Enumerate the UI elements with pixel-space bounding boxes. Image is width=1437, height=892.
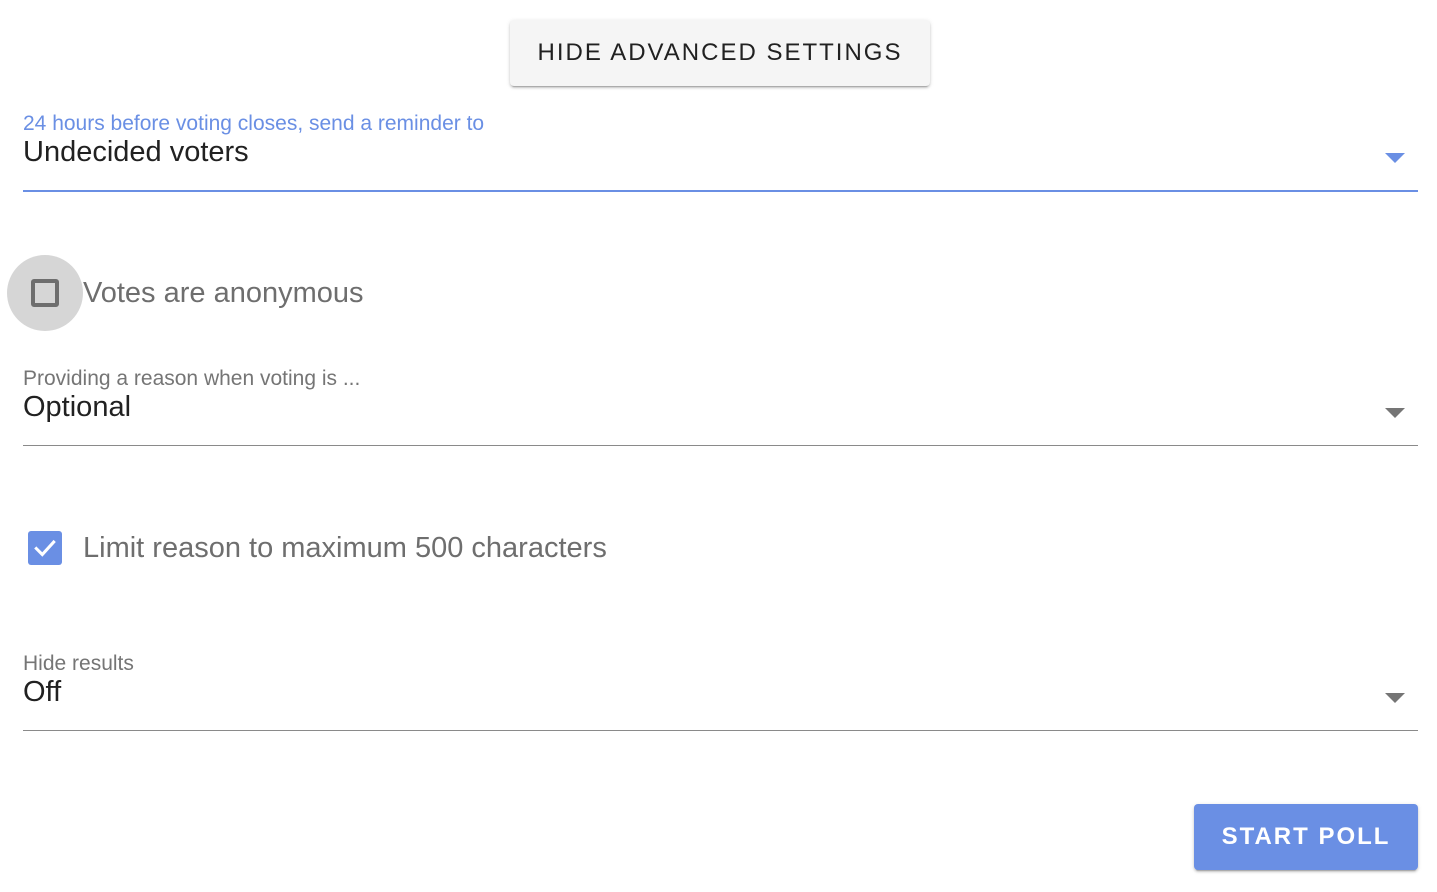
reminder-select-label: 24 hours before voting closes, send a re… [23, 112, 485, 135]
limit-reason-checkbox[interactable] [7, 510, 83, 586]
reminder-select-value: Undecided voters [23, 136, 249, 168]
reminder-select-underline [23, 190, 1418, 192]
checkbox-unchecked-icon [31, 279, 59, 307]
anonymous-votes-checkbox-row[interactable]: Votes are anonymous [7, 255, 364, 331]
start-poll-button[interactable]: START POLL [1194, 804, 1418, 870]
reason-requirement-underline [23, 445, 1418, 446]
hide-advanced-settings-button[interactable]: HIDE ADVANCED SETTINGS [510, 20, 930, 86]
checkbox-checked-icon [28, 531, 62, 565]
checkmark-icon [34, 539, 56, 557]
anonymous-votes-label: Votes are anonymous [83, 276, 364, 309]
chevron-down-icon [1385, 153, 1405, 163]
reminder-select[interactable]: 24 hours before voting closes, send a re… [23, 112, 1418, 194]
reason-requirement-label: Providing a reason when voting is ... [23, 367, 361, 390]
hide-results-label: Hide results [23, 652, 134, 675]
hide-results-value: Off [23, 676, 62, 708]
advanced-settings-panel: HIDE ADVANCED SETTINGS 24 hours before v… [0, 0, 1437, 892]
chevron-down-icon [1385, 693, 1405, 703]
reason-requirement-select[interactable]: Providing a reason when voting is ... Op… [23, 367, 1418, 449]
limit-reason-label: Limit reason to maximum 500 characters [83, 531, 607, 564]
limit-reason-checkbox-row[interactable]: Limit reason to maximum 500 characters [7, 510, 607, 586]
chevron-down-icon [1385, 408, 1405, 418]
hide-results-underline [23, 730, 1418, 731]
anonymous-votes-checkbox[interactable] [7, 255, 83, 331]
hide-results-select[interactable]: Hide results Off [23, 652, 1418, 734]
reason-requirement-value: Optional [23, 391, 132, 423]
